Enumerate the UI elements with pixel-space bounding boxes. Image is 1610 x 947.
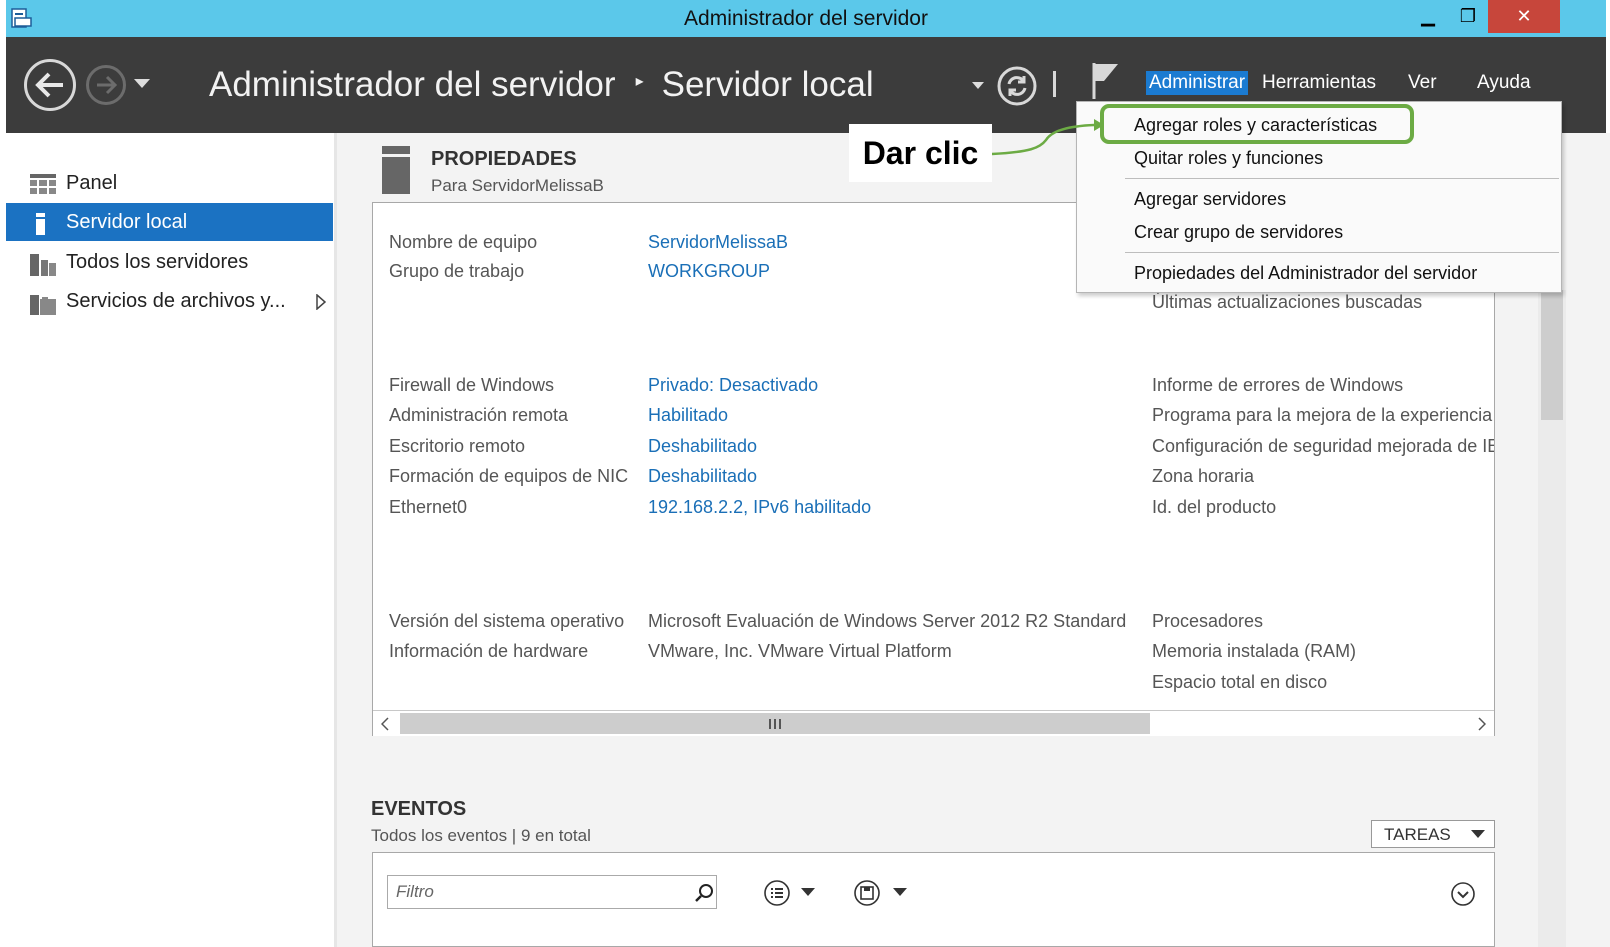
file-services-icon: [30, 295, 56, 315]
property-label: Id. del producto: [1152, 497, 1277, 517]
horizontal-scroll-thumb[interactable]: [400, 713, 1150, 734]
save-query-icon[interactable]: [853, 879, 881, 907]
property-label: Espacio total en disco: [1152, 672, 1328, 692]
property-label: Últimas actualizaciones buscadas: [1152, 292, 1423, 312]
sidebar-item-todos-servidores[interactable]: Todos los servidores: [6, 243, 333, 281]
breadcrumb: Administrador del servidor ▸ Servidor loca…: [209, 65, 874, 105]
property-value: VMware, Inc. VMware Virtual Platform: [648, 641, 952, 661]
filter-input[interactable]: Filtro: [387, 875, 717, 909]
menu-item-propiedades[interactable]: Propiedades del Administrador del servid…: [1134, 263, 1477, 284]
property-label: Versión del sistema operativo: [389, 611, 625, 631]
forward-arrow-icon: [97, 75, 118, 95]
property-label: Ethernet0: [389, 497, 468, 517]
sidebar-item-label: Servidor local: [66, 211, 188, 233]
property-value-link[interactable]: WORKGROUP: [648, 261, 770, 282]
sidebar-item-servicios-archivos[interactable]: Servicios de archivos y...: [6, 282, 333, 320]
grip-icon: [769, 719, 781, 729]
servers-icon: [30, 254, 56, 276]
menu-ver[interactable]: Ver: [1408, 72, 1437, 94]
refresh-icon[interactable]: [996, 65, 1038, 107]
tasks-label: TAREAS: [1384, 825, 1451, 844]
toolbar-divider: [1053, 71, 1056, 97]
callout-arrow-icon: [991, 119, 1104, 156]
highlight-box: [1100, 104, 1414, 144]
menu-separator: [1125, 252, 1559, 253]
menu-item-agregar-servidores[interactable]: Agregar servidores: [1134, 189, 1286, 210]
property-value-link[interactable]: Deshabilitado: [648, 436, 757, 457]
property-label: Formación de equipos de NIC: [389, 466, 629, 486]
menu-herramientas[interactable]: Herramientas: [1262, 72, 1376, 94]
property-label: Firewall de Windows: [389, 375, 555, 395]
notifications-flag-icon[interactable]: [1090, 61, 1122, 101]
property-label: Información de hardware: [389, 641, 589, 661]
horizontal-scrollbar[interactable]: [373, 710, 1494, 736]
breadcrumb-dropdown-icon[interactable]: [972, 82, 984, 90]
property-label: Zona horaria: [1152, 466, 1255, 486]
properties-title: PROPIEDADES: [431, 148, 577, 170]
scroll-right-icon[interactable]: [1478, 717, 1486, 731]
property-label: Informe de errores de Windows: [1152, 375, 1404, 395]
property-value-link[interactable]: ServidorMelissaB: [648, 232, 788, 253]
vertical-scrollbar[interactable]: [1538, 290, 1566, 947]
property-label: Administración remota: [389, 405, 569, 425]
property-label: Configuración de seguridad mejorada de I…: [1152, 436, 1495, 456]
breadcrumb-separator-icon: ▸: [635, 72, 644, 90]
sidebar-item-servidor-local[interactable]: Servidor local: [6, 203, 333, 241]
window-title: Administrador del servidor: [684, 7, 928, 30]
menu-separator: [1125, 178, 1559, 179]
events-title: EVENTOS: [371, 798, 467, 820]
property-label: Memoria instalada (RAM): [1152, 641, 1357, 661]
callout-label: Dar clic: [849, 124, 992, 182]
forward-button[interactable]: [86, 65, 126, 105]
events-subtitle: Todos los eventos | 9 en total: [371, 826, 591, 845]
events-panel: Filtro: [372, 852, 1495, 947]
nav-history-dropdown-icon[interactable]: [134, 79, 150, 89]
property-value-link[interactable]: 192.168.2.2, IPv6 habilitado: [648, 497, 871, 518]
save-query-dropdown-icon[interactable]: [893, 888, 907, 897]
property-label: Nombre de equipo: [389, 232, 538, 252]
property-value: Microsoft Evaluación de Windows Server 2…: [648, 611, 1127, 631]
expand-arrow-icon[interactable]: [316, 294, 326, 310]
server-icon: [36, 213, 45, 235]
property-value-link[interactable]: Deshabilitado: [648, 466, 757, 487]
sidebar-item-panel[interactable]: Panel: [6, 164, 333, 202]
menu-ayuda[interactable]: Ayuda: [1477, 72, 1531, 94]
chevron-down-icon: [1471, 830, 1485, 838]
tasks-button[interactable]: TAREAS: [1371, 820, 1495, 848]
list-options-dropdown-icon[interactable]: [801, 888, 815, 897]
dashboard-icon: [30, 174, 56, 194]
scroll-left-icon[interactable]: [381, 717, 389, 731]
properties-subtitle: Para ServidorMelissaB: [431, 176, 604, 195]
property-label: Grupo de trabajo: [389, 261, 525, 281]
search-icon[interactable]: [694, 883, 714, 903]
maximize-button[interactable]: ❐: [1448, 0, 1488, 33]
back-button[interactable]: [24, 59, 76, 111]
menu-item-crear-grupo[interactable]: Crear grupo de servidores: [1134, 222, 1343, 243]
properties-server-icon: [382, 146, 410, 194]
vertical-scroll-thumb[interactable]: [1541, 290, 1563, 420]
sidebar-item-label: Todos los servidores: [66, 251, 249, 273]
property-label: Escritorio remoto: [389, 436, 526, 456]
sidebar-item-label: Servicios de archivos y...: [66, 290, 286, 312]
menu-item-quitar-roles[interactable]: Quitar roles y funciones: [1134, 148, 1323, 169]
breadcrumb-root[interactable]: Administrador del servidor: [209, 65, 616, 104]
property-label: Procesadores: [1152, 611, 1264, 631]
property-value-link[interactable]: Privado: Desactivado: [648, 375, 818, 396]
list-options-icon[interactable]: [763, 879, 791, 907]
close-button[interactable]: ✕: [1488, 0, 1560, 33]
breadcrumb-current: Servidor local: [661, 65, 874, 104]
sidebar-item-label: Panel: [66, 172, 118, 194]
property-value-link[interactable]: Habilitado: [648, 405, 728, 426]
menu-administrar[interactable]: Administrar: [1146, 71, 1249, 95]
minimize-button[interactable]: ▁: [1408, 0, 1448, 33]
title-bar: Administrador del servidor ▁ ❐ ✕: [6, 0, 1606, 37]
expand-circle-icon[interactable]: [1450, 881, 1476, 907]
sidebar: Panel Servidor local Todos los servidore…: [6, 133, 334, 947]
back-arrow-icon: [35, 72, 63, 98]
property-label: Programa para la mejora de la experienci…: [1152, 405, 1493, 425]
